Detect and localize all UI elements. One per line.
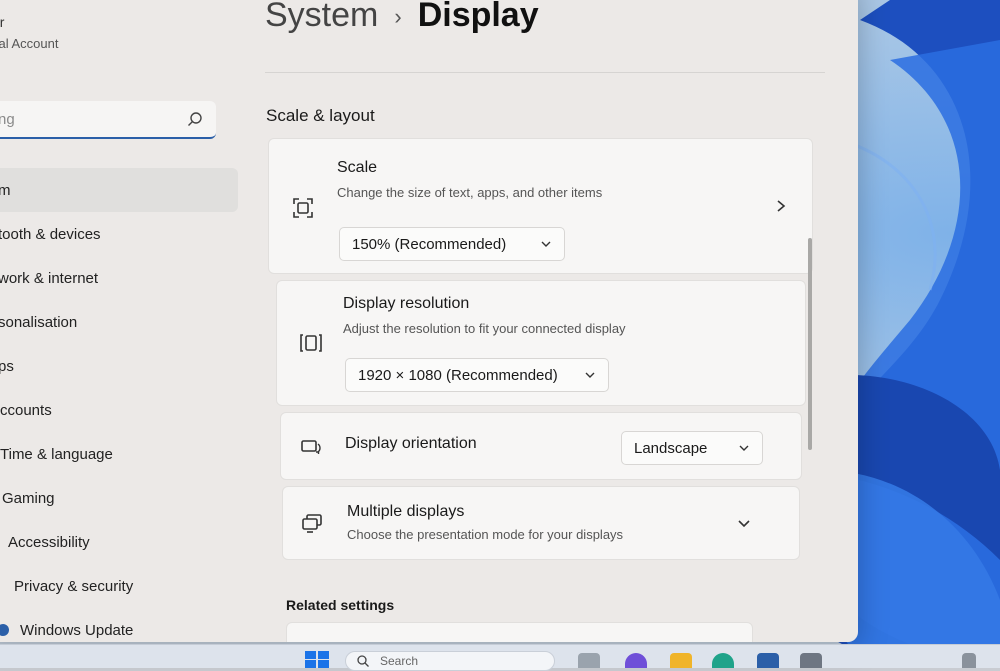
scale-dropdown[interactable]: 150% (Recommended) [339, 227, 565, 261]
display-orientation-card: Display orientation Landscape [280, 412, 802, 480]
chevron-down-icon [739, 445, 749, 451]
breadcrumb-parent[interactable]: System [265, 0, 378, 34]
taskbar-app-icon[interactable] [625, 653, 647, 668]
multiple-displays-card[interactable]: Multiple displays Choose the presentatio… [282, 486, 800, 560]
sidebar-nav: m tooth & devices work & internet sonali… [0, 168, 238, 642]
windows-update-icon [0, 624, 9, 636]
taskbar: Search [0, 644, 1000, 671]
section-title-scale-layout: Scale & layout [266, 106, 375, 125]
chevron-down-icon [585, 372, 595, 378]
taskbar-store-icon[interactable] [757, 653, 779, 668]
search-placeholder: ng [0, 111, 15, 128]
scale-subtitle: Change the size of text, apps, and other… [337, 185, 603, 200]
page-title: Display [417, 0, 539, 34]
sidebar-item-time-language[interactable]: Time & language [0, 432, 230, 476]
orientation-title: Display orientation [345, 435, 477, 452]
breadcrumb: System › Display [265, 0, 539, 35]
taskbar-edge-icon[interactable] [712, 653, 734, 668]
orientation-value: Landscape [634, 439, 708, 457]
sidebar-item-bluetooth[interactable]: tooth & devices [0, 212, 230, 256]
resolution-title: Display resolution [343, 295, 470, 312]
multiple-displays-subtitle: Choose the presentation mode for your di… [347, 527, 624, 542]
chevron-down-icon[interactable] [737, 519, 751, 529]
taskbar-folder-icon[interactable] [670, 653, 692, 668]
scale-icon [293, 198, 313, 218]
sidebar-item-label: Privacy & security [14, 577, 134, 595]
main-content: System › Display Scale & layout Scale Chan… [250, 0, 840, 642]
sidebar-item-label: Accessibility [8, 533, 90, 551]
display-resolution-card: Display resolution Adjust the resolution… [276, 280, 806, 406]
sidebar-item-apps[interactable]: ps [0, 344, 230, 388]
sidebar-item-accessibility[interactable]: Accessibility [0, 520, 230, 564]
scale-title: Scale [337, 159, 378, 176]
settings-search-input[interactable]: ng [0, 101, 216, 139]
chevron-down-icon [541, 241, 551, 247]
sidebar-item-personalisation[interactable]: sonalisation [0, 300, 230, 344]
sidebar-item-label: tooth & devices [0, 225, 101, 243]
resolution-value: 1920 × 1080 (Recommended) [358, 366, 558, 384]
scale-card[interactable]: Scale Change the size of text, apps, and… [268, 138, 813, 274]
breadcrumb-separator: › [394, 4, 402, 30]
scale-value: 150% (Recommended) [352, 235, 507, 253]
sidebar-item-label: Time & language [0, 445, 113, 463]
multiple-displays-title: Multiple displays [347, 503, 465, 520]
sidebar-item-label: ccounts [0, 401, 52, 419]
orientation-icon [301, 440, 321, 454]
sidebar-item-accounts[interactable]: ccounts [0, 388, 230, 432]
related-settings-card[interactable] [286, 622, 753, 642]
sidebar-item-network[interactable]: work & internet [0, 256, 230, 300]
taskbar-search[interactable]: Search [345, 651, 555, 671]
sidebar-item-privacy[interactable]: Privacy & security [0, 564, 230, 608]
orientation-dropdown[interactable]: Landscape [621, 431, 763, 465]
user-name: er [0, 14, 5, 30]
sidebar-item-system[interactable]: m [0, 168, 238, 212]
settings-window: er cal Account ng m tooth & devices work… [0, 0, 858, 642]
header-divider [265, 72, 825, 73]
taskbar-app-icon[interactable] [578, 653, 600, 668]
sidebar-item-label: Gaming [2, 489, 55, 507]
taskbar-search-text: Search [380, 654, 419, 668]
sidebar-item-label: work & internet [0, 269, 99, 287]
resolution-subtitle: Adjust the resolution to fit your connec… [343, 321, 626, 336]
sidebar-item-gaming[interactable]: Gaming [0, 476, 230, 520]
windows-start-icon[interactable] [305, 651, 329, 668]
taskbar-settings-icon[interactable] [800, 653, 822, 668]
taskbar-app-icon[interactable] [962, 653, 976, 668]
sidebar-item-label: sonalisation [0, 313, 78, 331]
sidebar: er cal Account ng m tooth & devices work… [0, 0, 238, 642]
scrollbar[interactable] [808, 238, 812, 450]
sidebar-item-label: ps [0, 357, 14, 375]
resolution-icon [300, 334, 322, 352]
sidebar-item-label: Windows Update [20, 621, 134, 639]
sidebar-item-label: m [0, 181, 11, 199]
search-icon[interactable] [186, 110, 204, 128]
section-title-related-settings: Related settings [286, 597, 395, 613]
chevron-right-icon[interactable] [775, 199, 787, 213]
sidebar-item-windows-update[interactable]: Windows Update [0, 608, 230, 642]
multiple-displays-icon [302, 514, 322, 533]
user-account-type: cal Account [0, 36, 59, 51]
resolution-dropdown[interactable]: 1920 × 1080 (Recommended) [345, 358, 609, 392]
search-icon [357, 655, 369, 667]
